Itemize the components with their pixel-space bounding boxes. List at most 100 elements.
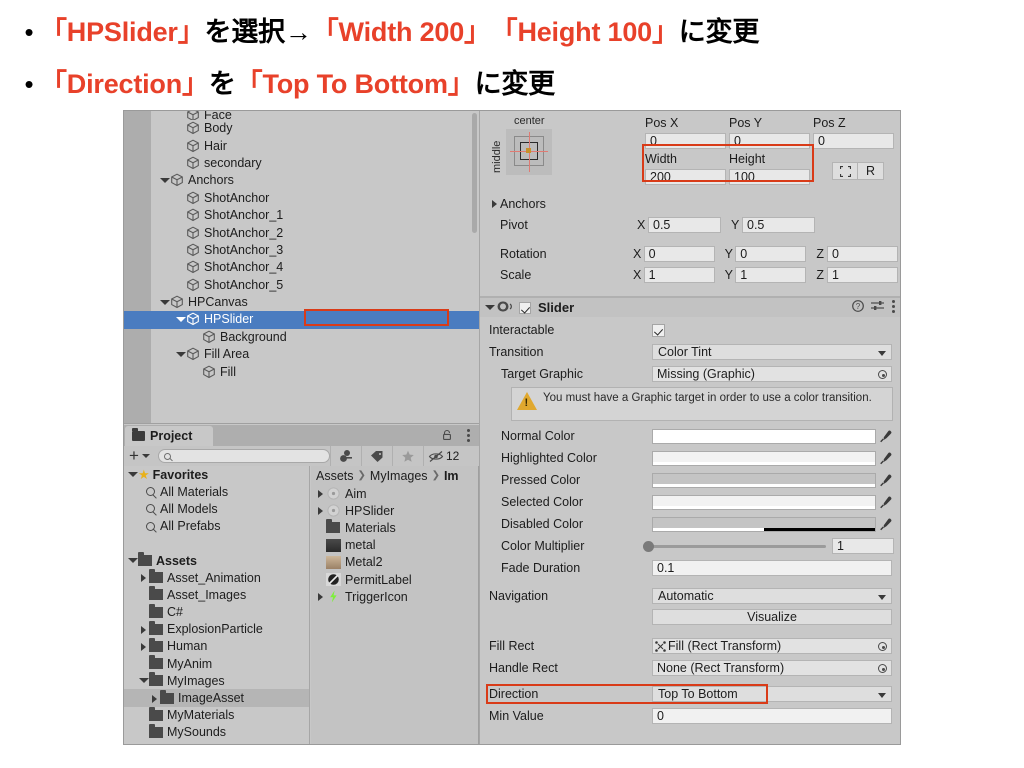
hierarchy-row[interactable]: Fill (124, 363, 479, 380)
project-tree[interactable]: ★ Favorites All Materials All Models All Pre… (124, 466, 310, 744)
pos-x-field[interactable]: 0 (645, 132, 726, 149)
hierarchy-row[interactable]: secondary (124, 155, 479, 172)
collapse-icon[interactable] (175, 311, 186, 328)
search-by-type-button[interactable] (329, 446, 361, 466)
hierarchy-row[interactable]: ShotAnchor_2 (124, 224, 479, 241)
color-swatch[interactable] (652, 428, 876, 444)
hierarchy-row[interactable]: Background (124, 329, 479, 346)
tab-project[interactable]: Project (125, 426, 213, 446)
object-picker-icon[interactable] (878, 370, 887, 379)
expand-icon[interactable] (138, 569, 149, 586)
collapse-icon[interactable] (159, 294, 170, 311)
eyedropper-icon[interactable] (879, 474, 892, 487)
breadcrumb-item[interactable]: Im (444, 469, 459, 483)
collapse-icon[interactable] (127, 466, 138, 483)
fill-rect-objectfield[interactable]: Fill (Rect Transform) (652, 638, 892, 654)
breadcrumb-item[interactable]: MyImages (370, 469, 428, 483)
color-swatch[interactable] (652, 472, 876, 488)
slider-handle[interactable] (643, 540, 654, 552)
kebab-menu-icon[interactable] (466, 429, 470, 442)
hierarchy-row[interactable]: ShotAnchor_1 (124, 207, 479, 224)
project-tree-row[interactable]: MyAnim (124, 655, 309, 672)
object-picker-icon[interactable] (878, 664, 887, 673)
hierarchy-row[interactable]: HPSlider (124, 311, 479, 329)
color-swatch[interactable] (652, 494, 876, 510)
anchor-preset-diagram[interactable] (506, 129, 552, 175)
kebab-menu-icon[interactable] (891, 300, 895, 315)
favorites-star-button[interactable] (391, 446, 423, 466)
visualize-button[interactable]: Visualize (652, 609, 892, 625)
project-tree-row[interactable]: All Models (124, 500, 309, 517)
fade-duration-field[interactable]: 0.1 (652, 560, 892, 576)
project-tree-group-assets[interactable]: Assets (124, 552, 309, 569)
project-tree-row[interactable]: C# (124, 603, 309, 621)
project-tree-row[interactable]: All Prefabs (124, 518, 309, 535)
slider-component-header[interactable]: Slider ? (480, 298, 900, 317)
color-swatch[interactable] (652, 450, 876, 466)
hierarchy-row[interactable]: HPCanvas (124, 294, 479, 311)
project-tree-row[interactable]: ExplosionParticle (124, 620, 309, 638)
hierarchy-row[interactable]: ShotAnchor (124, 190, 479, 207)
expand-icon[interactable] (315, 485, 326, 502)
preset-icon[interactable] (871, 300, 884, 315)
project-content-row[interactable]: Metal2 (311, 554, 479, 571)
project-tree-row[interactable]: ImageAsset (124, 689, 309, 707)
eyedropper-icon[interactable] (879, 452, 892, 465)
project-tree-row[interactable]: MyImages (124, 672, 309, 689)
project-tree-row[interactable]: Asset_Animation (124, 569, 309, 586)
collapse-slider-icon[interactable] (484, 299, 495, 316)
project-tree-row[interactable]: Human (124, 637, 309, 655)
rotation-x-field[interactable]: 0 (643, 245, 715, 262)
expand-icon[interactable] (315, 502, 326, 519)
min-value-field[interactable]: 0 (652, 708, 892, 724)
project-content-row[interactable]: PermitLabel (311, 571, 479, 588)
direction-dropdown[interactable]: Top To Bottom (652, 686, 892, 702)
pivot-x-field[interactable]: 0.5 (648, 217, 721, 233)
hierarchy-row[interactable]: ShotAnchor_3 (124, 242, 479, 259)
project-tree-row[interactable]: MySounds (124, 723, 309, 741)
expand-icon[interactable] (315, 588, 326, 605)
height-field[interactable]: 100 (729, 168, 810, 185)
transition-dropdown[interactable]: Color Tint (652, 344, 892, 360)
spacer-row[interactable] (124, 535, 309, 552)
width-field[interactable]: 200 (645, 168, 726, 185)
color-multiplier-slider[interactable] (643, 540, 826, 552)
collapse-icon[interactable] (159, 172, 170, 189)
project-tree-row[interactable]: Asset_Images (124, 586, 309, 603)
chevron-down-icon[interactable] (141, 454, 150, 458)
search-by-label-button[interactable] (360, 446, 392, 466)
object-picker-icon[interactable] (878, 642, 887, 651)
hierarchy-row[interactable]: ShotAnchor_4 (124, 259, 479, 276)
hierarchy-row[interactable]: Fill Area (124, 346, 479, 363)
scale-y-field[interactable]: 1 (735, 266, 807, 283)
rotation-y-field[interactable]: 0 (735, 245, 807, 262)
search-field[interactable] (174, 450, 315, 462)
project-content-row[interactable]: Aim (311, 485, 479, 502)
expand-anchors-icon[interactable] (489, 195, 500, 212)
hierarchy-panel[interactable]: Face Body Hair secondary Anchors ShotAnchor Sh… (124, 111, 479, 424)
hierarchy-row[interactable]: Anchors (124, 172, 479, 189)
scale-z-field[interactable]: 1 (826, 266, 898, 283)
eyedropper-icon[interactable] (879, 430, 892, 443)
project-tree-row[interactable]: All Materials (124, 483, 309, 500)
color-swatch[interactable] (652, 516, 876, 532)
hierarchy-tree[interactable]: Face Body Hair secondary Anchors ShotAnchor Sh… (124, 111, 479, 381)
breadcrumb[interactable]: Assets ❯ MyImages ❯ Im (311, 466, 479, 485)
project-content-row[interactable]: TriggerIcon (311, 588, 479, 605)
navigation-dropdown[interactable]: Automatic (652, 588, 892, 604)
rotation-z-field[interactable]: 0 (826, 245, 898, 262)
pivot-y-field[interactable]: 0.5 (742, 217, 815, 233)
handle-rect-objectfield[interactable]: None (Rect Transform) (652, 660, 892, 676)
collapse-icon[interactable] (175, 346, 186, 363)
interactable-checkbox[interactable] (652, 323, 665, 337)
anchors-row[interactable]: Anchors (488, 193, 898, 214)
pos-y-field[interactable]: 0 (729, 132, 810, 149)
target-graphic-objectfield[interactable]: Missing (Graphic) (652, 366, 892, 382)
project-tree-row[interactable]: MyMaterials (124, 706, 309, 724)
collapse-icon[interactable] (127, 552, 138, 569)
scale-x-field[interactable]: 1 (643, 266, 715, 283)
project-contents[interactable]: Assets ❯ MyImages ❯ Im Aim HPSlider Materi… (311, 466, 479, 744)
project-content-row[interactable]: HPSlider (311, 502, 479, 519)
expand-icon[interactable] (138, 672, 149, 689)
pos-z-field[interactable]: 0 (813, 132, 894, 149)
